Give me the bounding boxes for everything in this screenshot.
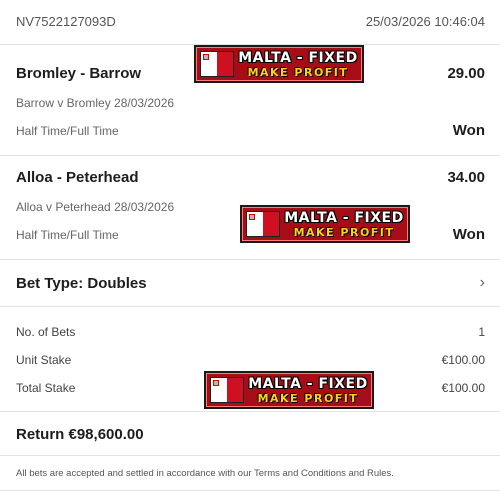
selection-title: Bromley - Barrow: [16, 65, 142, 82]
bet-type-row[interactable]: Bet Type: Doubles ›: [16, 274, 485, 292]
no-of-bets-label: No. of Bets: [16, 325, 76, 339]
terms-footer: All bets are accepted and settled in acc…: [16, 468, 485, 479]
bet-reference: NV7522127093D: [16, 14, 116, 29]
selection-1-event: Barrow v Bromley 28/03/2026: [16, 96, 485, 110]
return-row: Return €98,600.00: [16, 426, 485, 443]
unit-stake-row: Unit Stake €100.00: [16, 353, 485, 367]
bet-header: NV7522127093D 25/03/2026 10:46:04: [16, 14, 485, 29]
selection-odds: 34.00: [447, 169, 485, 186]
unit-stake-value: €100.00: [441, 353, 485, 367]
selection-odds: 29.00: [447, 65, 485, 82]
divider: [0, 306, 500, 307]
selection-event: Alloa v Peterhead 28/03/2026: [16, 200, 175, 214]
chevron-right-icon: ›: [479, 274, 485, 291]
malta-flag-icon: [246, 211, 280, 237]
watermark-badge: MALTA - FIXED MAKE PROFIT: [204, 371, 374, 409]
watermark-line2: MAKE PROFIT: [257, 391, 359, 405]
selection-market: Half Time/Full Time: [16, 227, 119, 242]
unit-stake-label: Unit Stake: [16, 353, 72, 367]
selection-1-market: Half Time/Full Time Won: [16, 122, 485, 139]
watermark-badge: MALTA - FIXED MAKE PROFIT: [240, 205, 410, 243]
watermark-line1: MALTA - FIXED: [238, 49, 358, 66]
watermark-line1: MALTA - FIXED: [284, 209, 404, 226]
selection-event: Barrow v Bromley 28/03/2026: [16, 96, 175, 110]
selection-title: Alloa - Peterhead: [16, 169, 139, 186]
divider: [0, 490, 500, 491]
divider: [0, 155, 500, 156]
watermark-line1: MALTA - FIXED: [248, 375, 368, 392]
watermark-line2: MAKE PROFIT: [247, 65, 349, 79]
no-of-bets-value: 1: [478, 325, 485, 339]
selection-result: Won: [452, 122, 485, 139]
return-amount: Return €98,600.00: [16, 426, 144, 443]
bet-type-label: Bet Type: Doubles: [16, 274, 147, 292]
total-stake-value: €100.00: [441, 381, 485, 395]
terms-text: All bets are accepted and settled in acc…: [16, 468, 394, 479]
selection-market: Half Time/Full Time: [16, 123, 119, 138]
divider: [0, 411, 500, 412]
divider: [0, 455, 500, 456]
divider: [0, 259, 500, 260]
watermark-line2: MAKE PROFIT: [293, 225, 395, 239]
selection-result: Won: [452, 226, 485, 243]
no-of-bets-row: No. of Bets 1: [16, 325, 485, 339]
malta-flag-icon: [210, 377, 244, 403]
selection-2-header: Alloa - Peterhead 34.00: [16, 169, 485, 186]
bet-datetime: 25/03/2026 10:46:04: [365, 14, 485, 29]
total-stake-label: Total Stake: [16, 381, 76, 395]
malta-flag-icon: [200, 51, 234, 77]
watermark-badge: MALTA - FIXED MAKE PROFIT: [194, 45, 364, 83]
